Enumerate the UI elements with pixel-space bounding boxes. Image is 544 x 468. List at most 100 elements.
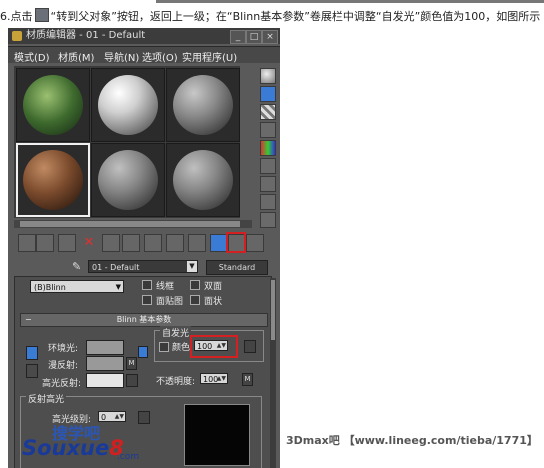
menu-material[interactable]: 材质(M) [58, 49, 94, 64]
caption-step-prefix: 6.点击 [0, 10, 33, 23]
diffuse-swatch[interactable] [86, 356, 124, 371]
diffuse-label: 漫反射: [48, 361, 79, 371]
faceted-checkbox[interactable] [190, 295, 200, 305]
spinner-arrows-icon[interactable]: ▲▼ [217, 373, 226, 384]
self-illum-color-label: 颜色 [172, 343, 191, 353]
opacity-spinner[interactable]: 100 ▲▼ [200, 373, 228, 384]
site-watermark: 3Dmax吧 【www.lineeg.com/tieba/1771】 [286, 434, 538, 447]
sample-slot-1[interactable] [16, 68, 90, 142]
shader-value: (B)Blinn [34, 283, 66, 292]
show-map-in-viewport-icon[interactable] [188, 234, 206, 252]
go-forward-to-sibling-icon[interactable] [246, 234, 264, 252]
menu-utilities[interactable]: 实用程序(U) [182, 49, 237, 64]
get-material-icon[interactable] [18, 234, 36, 252]
scroll-thumb[interactable] [20, 221, 240, 227]
specular-level-value: 0 [101, 413, 107, 422]
material-editor-window: 材质编辑器 - 01 - Default _ □ × 模式(D) 材质(M) 导… [8, 28, 280, 468]
lock-ambient-icon[interactable] [26, 346, 38, 360]
chevron-down-icon[interactable]: ▼ [187, 261, 197, 272]
make-unique-icon[interactable] [122, 234, 140, 252]
menu-options[interactable]: 选项(O) [142, 49, 178, 64]
eyedropper-icon[interactable]: ✎ [72, 260, 82, 273]
shader-dropdown[interactable]: (B)Blinn ▼ [30, 280, 124, 293]
sample-slot-6[interactable] [166, 143, 240, 217]
material-toolbar: ✕ [14, 232, 278, 253]
gray-sphere [98, 150, 158, 210]
lock-diffuse-icon[interactable] [138, 346, 148, 358]
specular-level-spinner[interactable]: 0 ▲▼ [98, 411, 126, 422]
ambient-label: 环境光: [48, 344, 79, 354]
highlight-curve-preview [184, 404, 250, 466]
slot-scrollbar[interactable] [14, 220, 252, 228]
reset-map-icon[interactable]: ✕ [80, 234, 98, 252]
menu-navigation[interactable]: 导航(N) [104, 49, 139, 64]
put-to-library-icon[interactable] [144, 234, 162, 252]
self-illum-map-button[interactable] [244, 340, 256, 353]
wire-label: 线框 [156, 282, 175, 292]
diffuse-map-button[interactable]: M [126, 357, 137, 370]
spinner-arrows-icon[interactable]: ▲▼ [115, 411, 124, 422]
maximize-button[interactable]: □ [246, 30, 262, 44]
minimize-button[interactable]: _ [230, 30, 246, 44]
scroll-thumb[interactable] [271, 280, 275, 340]
chevron-down-icon: ▼ [115, 283, 121, 291]
put-to-scene-icon[interactable] [36, 234, 54, 252]
menu-mode[interactable]: 模式(D) [14, 49, 50, 64]
video-color-check-icon[interactable] [260, 140, 276, 156]
ambient-swatch[interactable] [86, 340, 124, 355]
top-divider [156, 0, 544, 3]
background-icon[interactable] [260, 104, 276, 120]
copy-material-icon[interactable] [102, 234, 120, 252]
material-map-navigator-icon[interactable] [260, 212, 276, 228]
sample-slots [14, 66, 240, 218]
sample-slot-3[interactable] [166, 68, 240, 142]
title-bar: 材质编辑器 - 01 - Default _ □ × [8, 28, 280, 44]
assign-to-selection-icon[interactable] [58, 234, 76, 252]
specular-swatch[interactable] [86, 373, 124, 388]
face-map-label: 面贴图 [156, 297, 184, 307]
menu-bar: 模式(D) 材质(M) 导航(N) 选项(O) 实用程序(U) [8, 46, 280, 64]
go-to-parent-icon [34, 8, 49, 22]
blinn-rollout-title: Blinn 基本参数 [116, 315, 172, 324]
wire-checkbox[interactable] [142, 280, 152, 290]
specular-label: 高光反射: [42, 379, 82, 389]
blinn-rollout-header[interactable]: − Blinn 基本参数 [20, 313, 268, 327]
instruction-caption: 6.点击 “转到父对象”按钮，返回上一级；在“Blinn基本参数”卷展栏中调整“自… [0, 8, 540, 24]
gray-sphere [173, 75, 233, 135]
self-illum-title: 自发光 [160, 326, 192, 339]
self-illum-color-checkbox[interactable] [159, 342, 169, 352]
material-name-value: 01 - Default [92, 263, 140, 272]
material-name-field[interactable]: 01 - Default ▼ [88, 260, 198, 273]
two-sided-label: 双面 [204, 282, 223, 292]
backlight-icon[interactable] [260, 86, 276, 102]
panel-scrollbar[interactable] [270, 278, 276, 468]
opacity-map-button[interactable]: M [242, 373, 253, 386]
self-illum-highlight [190, 335, 238, 358]
sample-slot-4-selected[interactable] [16, 143, 90, 217]
specular-map-button[interactable] [126, 374, 138, 387]
face-map-checkbox[interactable] [142, 295, 152, 305]
sample-type-icon[interactable] [260, 68, 276, 84]
souxue-logo: Souxue8 [22, 436, 124, 460]
options-icon[interactable] [260, 176, 276, 192]
make-preview-icon[interactable] [260, 158, 276, 174]
brown-sphere [23, 150, 83, 210]
sample-slot-2[interactable] [91, 68, 165, 142]
logo-sou: Souxue [22, 436, 110, 460]
faceted-label: 面状 [204, 297, 223, 307]
lock-specular-icon[interactable] [26, 364, 38, 378]
specular-highlights-title: 反射高光 [26, 392, 67, 405]
caption-step-text: “转到父对象”按钮，返回上一级；在“Blinn基本参数”卷展栏中调整“自发光”颜… [50, 10, 541, 23]
sample-uv-tiling-icon[interactable] [260, 122, 276, 138]
material-id-channel-icon[interactable] [166, 234, 184, 252]
gray-sphere [173, 150, 233, 210]
go-to-parent-highlight [226, 232, 246, 253]
opacity-label: 不透明度: [156, 377, 196, 387]
material-type-button[interactable]: Standard [206, 260, 268, 275]
specular-level-map-button[interactable] [138, 411, 150, 424]
sample-slot-5[interactable] [91, 143, 165, 217]
close-button[interactable]: × [262, 30, 278, 44]
select-by-material-icon[interactable] [260, 194, 276, 210]
white-sphere [98, 75, 158, 135]
two-sided-checkbox[interactable] [190, 280, 200, 290]
